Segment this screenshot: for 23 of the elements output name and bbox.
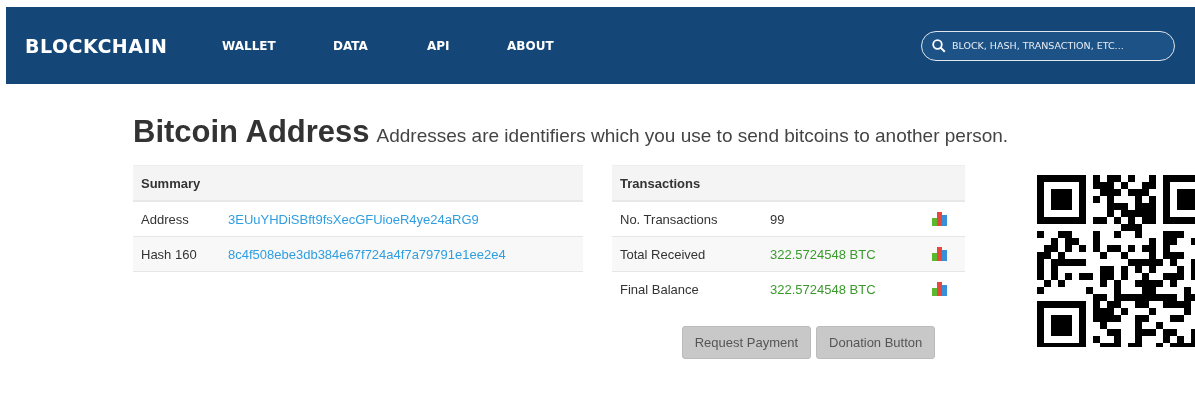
row-label: No. Transactions [620,211,719,227]
table-header: Summary [133,166,583,202]
row-label: Hash 160 [141,246,198,262]
page-subtitle: Addresses are identifiers which you use to send bitcoins to another person. [376,125,1009,147]
row-label: Total Received [620,246,707,262]
nav-link[interactable]: ABOUT [507,38,554,53]
action-button[interactable]: Donation Button [816,326,936,359]
page-title: Bitcoin Address [133,114,370,150]
bar-chart-icon[interactable] [932,247,947,261]
row-label: Final Balance [620,281,700,297]
row-value: 322.5724548 BTC [770,246,877,262]
row-value: 322.5724548 BTC [770,281,877,297]
row-value: 99 [770,211,786,227]
nav-link[interactable]: API [427,38,507,53]
action-button[interactable]: Request Payment [681,326,812,359]
bar-chart-icon[interactable] [932,212,947,226]
nav-link[interactable]: DATA [333,38,427,53]
bar-chart-icon[interactable] [932,282,947,296]
nav-link[interactable]: WALLET [222,38,333,53]
table-header: Transactions [612,166,965,202]
logo[interactable]: BLOCKCHAIN [25,34,222,57]
row-label: Address [141,211,190,227]
search-field[interactable]: BLOCK, HASH, TRANSACTION, ETC... [921,30,1175,61]
